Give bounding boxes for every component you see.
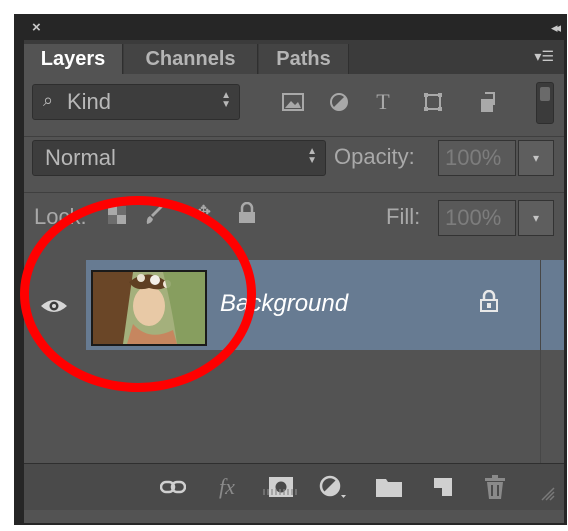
tab-layers[interactable]: Layers bbox=[24, 44, 123, 74]
opacity-field[interactable]: 100% bbox=[438, 140, 516, 176]
panel-resize-grip[interactable] bbox=[262, 489, 298, 495]
fill-field[interactable]: 100% bbox=[438, 200, 516, 236]
bottom-toolbar: fx bbox=[24, 463, 564, 510]
type-filter-icon[interactable]: T bbox=[368, 84, 398, 120]
delete-layer-icon[interactable] bbox=[478, 472, 512, 502]
new-group-icon[interactable] bbox=[372, 472, 406, 502]
chevron-updown-icon: ▲ ▼ bbox=[221, 90, 231, 110]
link-layers-icon[interactable] bbox=[156, 472, 190, 502]
filter-toggle-switch[interactable] bbox=[536, 82, 554, 124]
tab-paths[interactable]: Paths bbox=[259, 44, 349, 74]
panel-menu-icon[interactable]: ▾☰ bbox=[534, 48, 554, 65]
resize-corner-icon[interactable] bbox=[536, 482, 556, 502]
blend-row: Normal ▲ ▼ Opacity: 100% ▾ bbox=[24, 136, 564, 193]
kind-dropdown[interactable]: ⌕ Kind ▲ ▼ bbox=[32, 84, 240, 120]
kind-label: Kind bbox=[67, 89, 112, 114]
fill-label: Fill: bbox=[386, 204, 421, 229]
shape-filter-icon[interactable] bbox=[418, 84, 448, 120]
close-icon[interactable]: × bbox=[32, 19, 41, 36]
panel-titlebar: × ◂◂ bbox=[24, 18, 564, 40]
add-mask-icon[interactable] bbox=[264, 472, 298, 502]
tab-channels[interactable]: Channels bbox=[124, 44, 258, 74]
new-layer-icon[interactable] bbox=[426, 472, 460, 502]
lock-all-icon[interactable] bbox=[238, 201, 256, 229]
opacity-dropdown-button[interactable]: ▾ bbox=[518, 140, 554, 176]
new-adjustment-layer-icon[interactable] bbox=[316, 472, 350, 502]
search-icon: ⌕ bbox=[43, 90, 54, 110]
adjustment-filter-icon[interactable] bbox=[324, 84, 354, 120]
image-filter-icon[interactable] bbox=[278, 84, 308, 120]
smart-object-filter-icon[interactable] bbox=[472, 84, 502, 120]
blend-mode-value: Normal bbox=[45, 145, 116, 170]
annotation-circle bbox=[20, 196, 256, 392]
layers-scrollbar[interactable] bbox=[540, 260, 564, 463]
blend-mode-dropdown[interactable]: Normal ▲ ▼ bbox=[32, 140, 326, 176]
opacity-label: Opacity: bbox=[334, 144, 415, 169]
layer-lock-icon bbox=[480, 289, 498, 317]
filter-row: ⌕ Kind ▲ ▼ T bbox=[24, 74, 564, 137]
collapse-icon[interactable]: ◂◂ bbox=[551, 20, 561, 36]
fill-dropdown-button[interactable]: ▾ bbox=[518, 200, 554, 236]
panel-tabs: Layers Channels Paths ▾☰ bbox=[24, 40, 564, 74]
chevron-updown-icon: ▲ ▼ bbox=[307, 146, 317, 166]
layer-style-fx-button[interactable]: fx bbox=[210, 472, 244, 502]
